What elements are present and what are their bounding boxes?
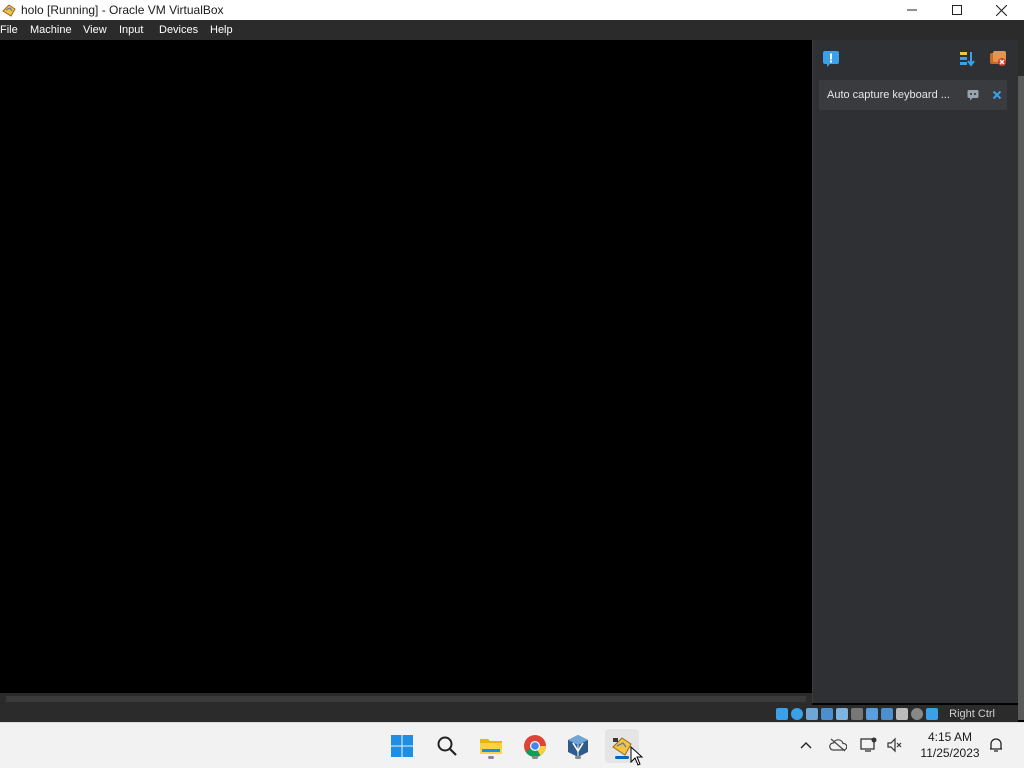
- help-icon[interactable]: [966, 88, 980, 102]
- hard-disk-icon[interactable]: [776, 708, 788, 720]
- notification-text: Auto capture keyboard ...: [827, 89, 950, 101]
- display-icon[interactable]: [866, 708, 878, 720]
- host-key-label[interactable]: Right Ctrl: [949, 708, 995, 720]
- virtualbox-manager-icon: [568, 735, 588, 757]
- status-indicators: [776, 708, 938, 720]
- sort-icon[interactable]: [958, 50, 976, 68]
- bell-icon: [990, 738, 1002, 752]
- notification-center: Auto capture keyboard ...: [812, 40, 1018, 703]
- menu-view[interactable]: View: [83, 24, 107, 36]
- notifications-button[interactable]: [986, 735, 1006, 755]
- window-title: holo [Running] - Oracle VM VirtualBox: [21, 3, 224, 17]
- menu-input[interactable]: Input: [119, 24, 143, 36]
- vertical-scrollbar[interactable]: [1018, 40, 1024, 720]
- horizontal-scrollbar[interactable]: [0, 693, 812, 705]
- notification-message[interactable]: Auto capture keyboard ...: [819, 80, 1007, 110]
- minimize-button[interactable]: [889, 0, 934, 20]
- close-notification-icon[interactable]: [990, 88, 1004, 102]
- running-indicator: [575, 756, 581, 759]
- system-clock[interactable]: 4:15 AM 11/25/2023: [910, 729, 990, 761]
- taskbar-chrome[interactable]: [518, 729, 552, 763]
- horizontal-scrollbar-thumb[interactable]: [6, 696, 806, 702]
- maximize-icon: [951, 5, 962, 15]
- window-titlebar[interactable]: holo [Running] - Oracle VM VirtualBox: [0, 0, 1024, 20]
- menu-file[interactable]: File: [0, 24, 18, 36]
- folder-icon: [480, 739, 502, 754]
- menu-help[interactable]: Help: [210, 24, 233, 36]
- maximize-button[interactable]: [934, 0, 979, 20]
- minimize-icon: [906, 9, 917, 11]
- notification-toolbar: [813, 40, 1018, 76]
- onedrive-icon[interactable]: [828, 735, 848, 755]
- close-button[interactable]: [979, 0, 1024, 20]
- optical-drive-icon[interactable]: [791, 708, 803, 720]
- volume-muted-icon[interactable]: [885, 735, 905, 755]
- close-icon: [996, 4, 1007, 16]
- taskbar: 4:15 AM 11/25/2023: [0, 722, 1024, 768]
- chrome-icon: [524, 735, 546, 757]
- search-button[interactable]: [430, 729, 464, 763]
- shared-folders-icon[interactable]: [851, 708, 863, 720]
- dismiss-all-icon[interactable]: [989, 50, 1007, 68]
- status-bar: Right Ctrl: [0, 705, 1018, 722]
- menu-machine[interactable]: Machine: [30, 24, 72, 36]
- clock-date: 11/25/2023: [920, 746, 980, 760]
- start-button[interactable]: [385, 729, 419, 763]
- windows-start-icon: [391, 735, 413, 757]
- active-indicator: [615, 756, 629, 759]
- network-icon[interactable]: [821, 708, 833, 720]
- running-indicator: [488, 756, 494, 759]
- recording-icon[interactable]: [881, 708, 893, 720]
- virtualbox-icon: [1, 2, 17, 18]
- audio-icon[interactable]: [806, 708, 818, 720]
- menu-bar: File Machine View Input Devices Help: [0, 20, 1024, 40]
- clock-time: 4:15 AM: [927, 730, 973, 744]
- vm-display[interactable]: [0, 40, 812, 693]
- scrollbar-top: [1018, 40, 1024, 76]
- network-status-icon[interactable]: [859, 735, 879, 755]
- notification-center-icon[interactable]: [822, 50, 840, 68]
- show-hidden-icons-button[interactable]: [796, 735, 816, 755]
- keyboard-capture-icon[interactable]: [926, 708, 938, 720]
- search-icon: [437, 736, 457, 756]
- taskbar-file-explorer[interactable]: [474, 729, 508, 763]
- usb-icon[interactable]: [836, 708, 848, 720]
- taskbar-virtualbox-manager[interactable]: [561, 729, 595, 763]
- chevron-up-icon: [800, 742, 812, 749]
- menu-devices[interactable]: Devices: [159, 24, 198, 36]
- running-indicator: [532, 756, 538, 759]
- mouse-integration-icon[interactable]: [911, 708, 923, 720]
- mouse-cursor-icon: [630, 746, 644, 766]
- cpu-icon[interactable]: [896, 708, 908, 720]
